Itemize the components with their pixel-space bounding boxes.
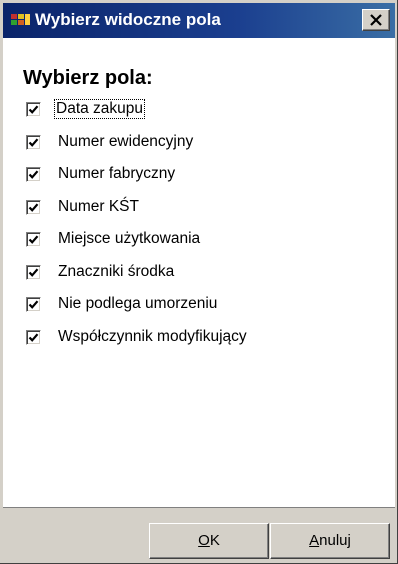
field-checkbox[interactable] — [26, 329, 41, 345]
checkmark-icon — [28, 332, 39, 342]
panel-heading: Wybierz pola: — [23, 67, 153, 89]
divider — [3, 507, 395, 508]
field-label: Współczynnik modyfikujący — [58, 327, 247, 345]
field-option[interactable]: Numer ewidencyjny — [3, 131, 383, 153]
field-label: Numer ewidencyjny — [58, 132, 194, 150]
field-option[interactable]: Współczynnik modyfikujący — [3, 326, 383, 348]
field-checkbox[interactable] — [26, 232, 41, 247]
field-checkbox[interactable] — [26, 167, 41, 182]
cancel-button-accel: A — [309, 532, 320, 549]
app-window-icon — [11, 12, 31, 28]
title-bar[interactable]: Wybierz widoczne pola — [3, 3, 395, 38]
field-selection-panel: Wybierz pola: Data zakupu Numer ewidencyj… — [3, 38, 395, 507]
field-option[interactable]: Data zakupu — [3, 98, 383, 120]
checkmark-icon — [28, 170, 39, 179]
ok-button-label: K — [209, 532, 220, 549]
field-option[interactable]: Miejsce użytkowania — [3, 228, 383, 250]
close-icon — [370, 14, 382, 26]
field-checkbox[interactable] — [26, 199, 41, 215]
checkmark-icon — [28, 105, 39, 114]
dialog-title: Wybierz widoczne pola — [35, 10, 221, 29]
field-checkbox[interactable] — [26, 264, 41, 280]
field-checkbox[interactable] — [26, 102, 41, 117]
field-label: Miejsce użytkowania — [58, 230, 201, 247]
field-option[interactable]: Numer KŚT — [3, 196, 383, 218]
field-label: Numer KŚT — [58, 197, 139, 215]
checkmark-icon — [28, 137, 39, 147]
field-checkbox[interactable] — [26, 297, 41, 312]
close-button[interactable] — [362, 9, 390, 31]
cancel-button-label: nuluj — [319, 532, 351, 549]
field-option[interactable]: Znaczniki środka — [3, 261, 383, 283]
field-label: Znaczniki środka — [58, 262, 175, 280]
checkmark-icon — [28, 235, 39, 244]
ok-button-accel: O — [198, 532, 210, 549]
checkmark-icon — [28, 267, 39, 277]
field-checkbox[interactable] — [26, 134, 41, 150]
field-label: Data zakupu — [54, 99, 146, 119]
field-option[interactable]: Nie podlega umorzeniu — [3, 293, 383, 315]
cancel-button[interactable]: Anuluj — [270, 523, 390, 559]
field-label: Numer fabryczny — [58, 165, 176, 182]
checkmark-icon — [28, 202, 39, 212]
ok-button[interactable]: OK — [149, 523, 269, 559]
checkmark-icon — [28, 300, 39, 309]
field-label: Nie podlega umorzeniu — [58, 295, 218, 312]
dialog-window: Wybierz widoczne pola Wybierz pola: Data… — [0, 0, 398, 564]
field-option[interactable]: Numer fabryczny — [3, 163, 383, 185]
